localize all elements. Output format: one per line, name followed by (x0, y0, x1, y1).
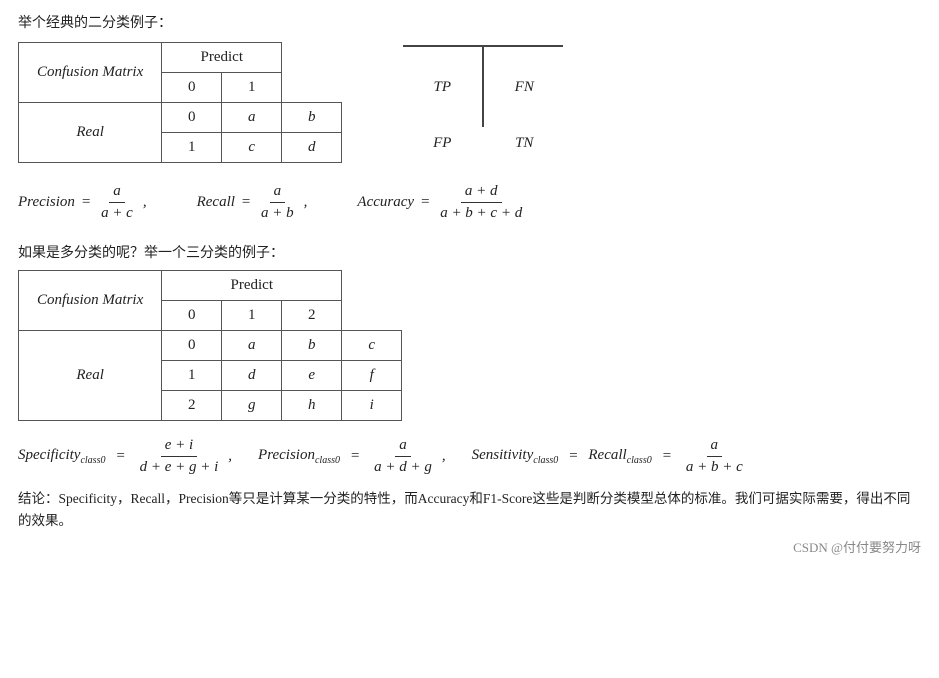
fn-cell: FN (484, 71, 564, 104)
specificity-comma: , (228, 448, 232, 465)
sensitivity-label: Sensitivityclass0 (472, 447, 559, 466)
binary-row1-label: 1 (162, 133, 222, 163)
binary-confusion-matrix: Confusion Matrix Predict 0 1 Real 0 a b … (18, 42, 342, 163)
intro-multi: 如果是多分类的呢？举一个三分类的例子： (18, 242, 921, 262)
precision-den: a + c (97, 203, 137, 224)
accuracy-den: a + b + c + d (436, 203, 526, 224)
sensitivity-fraction: a a + b + c (682, 435, 747, 478)
binary-cell-b: b (282, 103, 342, 133)
binary-predict-label: Predict (162, 43, 282, 73)
tp-fn-row2: FP TN (402, 127, 564, 160)
multi-precision-subscript: class0 (315, 455, 340, 466)
recall-label: Recall (197, 194, 235, 211)
binary-cm-title: Confusion Matrix (19, 43, 162, 103)
multi-row2-label: 2 (162, 391, 222, 421)
binary-cell-c: c (222, 133, 282, 163)
binary-col-1: 1 (222, 73, 282, 103)
multi-cell-b: b (282, 331, 342, 361)
specificity-label: Specificityclass0 (18, 447, 105, 466)
multi-real-label: Real (19, 331, 162, 421)
multi-predict-label: Predict (162, 271, 342, 301)
recall-comma: , (304, 194, 308, 211)
intro-binary: 举个经典的二分类例子： (18, 12, 921, 32)
specificity-formula: Specificityclass0 = e + i d + e + g + i … (18, 435, 232, 478)
precision-eq: = (81, 194, 91, 211)
tn-cell: TN (484, 127, 564, 160)
multi-confusion-matrix: Confusion Matrix Predict 0 1 2 Real 0 a … (18, 270, 402, 421)
binary-col-0: 0 (162, 73, 222, 103)
recall-num: a (270, 181, 286, 203)
sensitivity-eq1: = (568, 448, 578, 465)
multi-col-0: 0 (162, 301, 222, 331)
binary-cell-a: a (222, 103, 282, 133)
multi-precision-formula: Precisionclass0 = a a + d + g , (258, 435, 446, 478)
conclusion: 结论：Specificity，Recall，Precision等只是计算某一分类… (18, 488, 921, 531)
accuracy-formula: Accuracy = a + d a + b + c + d (357, 181, 526, 224)
multi-precision-fraction: a a + d + g (370, 435, 436, 478)
precision-num: a (109, 181, 125, 203)
binary-formulas: Precision = a a + c , Recall = a a + b ,… (18, 177, 921, 228)
tp-fn-grid: TP FN FP TN (402, 45, 564, 160)
multi-col-2: 2 (282, 301, 342, 331)
multi-cell-d: d (222, 361, 282, 391)
multi-cell-c: c (342, 331, 402, 361)
recall-subscript-multi: class0 (627, 455, 652, 466)
specificity-den: d + e + g + i (136, 457, 223, 478)
multi-cell-i: i (342, 391, 402, 421)
specificity-num: e + i (161, 435, 197, 457)
multi-precision-num: a (395, 435, 411, 457)
precision-label: Precision (18, 194, 75, 211)
binary-row0-label: 0 (162, 103, 222, 133)
multi-col-1: 1 (222, 301, 282, 331)
sensitivity-den: a + b + c (682, 457, 747, 478)
recall-label-multi: Recallclass0 (588, 447, 651, 466)
recall-eq: = (241, 194, 251, 211)
precision-formula: Precision = a a + c , (18, 181, 147, 224)
multi-row0-label: 0 (162, 331, 222, 361)
multi-cell-h: h (282, 391, 342, 421)
recall-fraction: a a + b (257, 181, 298, 224)
specificity-subscript: class0 (80, 455, 105, 466)
multi-cell-a: a (222, 331, 282, 361)
sensitivity-eq2: = (662, 448, 672, 465)
sensitivity-formula: Sensitivityclass0 = Recallclass0 = a a +… (472, 435, 747, 478)
accuracy-fraction: a + d a + b + c + d (436, 181, 526, 224)
fp-cell: FP (402, 127, 482, 160)
multi-precision-eq: = (350, 448, 360, 465)
multi-row1-label: 1 (162, 361, 222, 391)
recall-formula: Recall = a a + b , (197, 181, 308, 224)
multi-precision-den: a + d + g (370, 457, 436, 478)
binary-cell-d: d (282, 133, 342, 163)
footer: CSDN @付付要努力呀 (18, 537, 921, 556)
tp-cell: TP (402, 71, 482, 104)
multi-formulas: Specificityclass0 = e + i d + e + g + i … (18, 435, 921, 478)
sensitivity-num: a (707, 435, 723, 457)
accuracy-num: a + d (461, 181, 502, 203)
precision-fraction: a a + c (97, 181, 137, 224)
accuracy-eq: = (420, 194, 430, 211)
multi-precision-comma: , (442, 448, 446, 465)
specificity-eq: = (115, 448, 125, 465)
specificity-fraction: e + i d + e + g + i (136, 435, 223, 478)
binary-section: Confusion Matrix Predict 0 1 Real 0 a b … (18, 42, 921, 163)
multi-cm-title: Confusion Matrix (19, 271, 162, 331)
binary-real-label: Real (19, 103, 162, 163)
multi-section: Confusion Matrix Predict 0 1 2 Real 0 a … (18, 270, 921, 421)
precision-comma: , (143, 194, 147, 211)
multi-cell-f: f (342, 361, 402, 391)
tp-fn-row1: TP FN (402, 47, 564, 127)
recall-den: a + b (257, 203, 298, 224)
sensitivity-subscript: class0 (533, 455, 558, 466)
multi-precision-label: Precisionclass0 (258, 447, 340, 466)
accuracy-label: Accuracy (357, 194, 414, 211)
multi-cell-g: g (222, 391, 282, 421)
multi-cell-e: e (282, 361, 342, 391)
